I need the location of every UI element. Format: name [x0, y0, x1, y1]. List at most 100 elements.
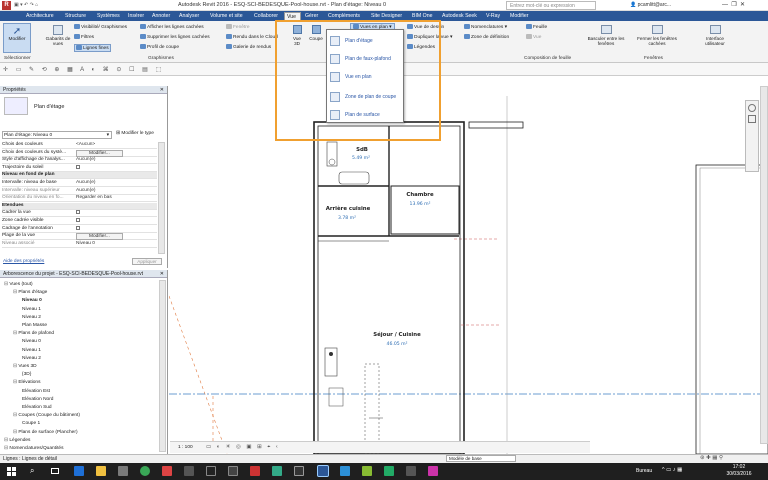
tray-icons[interactable]: ^ ▭ ♪ ▦ — [662, 467, 682, 473]
explorer-icon[interactable] — [96, 466, 106, 476]
tab-vue[interactable]: Vue — [284, 12, 301, 21]
zoom-icon[interactable] — [748, 115, 756, 123]
tree-node[interactable]: Niveau 2 — [22, 356, 41, 361]
type-selector[interactable]: Plan d'étage: Niveau 0 ▾ — [2, 131, 112, 139]
drawing-canvas[interactable]: SdB 5.49 m² Chambre 13.96 m² Arrière cui… — [169, 86, 768, 454]
tab-bim-one[interactable]: BIM One — [410, 12, 434, 21]
app-icon[interactable] — [428, 466, 438, 476]
property-row[interactable]: Cadrer la vue — [2, 210, 157, 218]
tree-node[interactable]: ⊟ Plans de surface (Plancher) — [13, 430, 78, 435]
coupe-button[interactable]: Coupe — [307, 23, 325, 41]
model-selector[interactable]: Modèle de base — [446, 455, 516, 462]
status-icons[interactable]: ⊛ ✚ ▦ ⚲ — [700, 455, 723, 461]
modify-button[interactable]: ➚ Modifier — [3, 23, 31, 53]
tree-node[interactable]: Niveau 2 — [22, 315, 41, 320]
property-row[interactable]: Plage de la vue Modifier... — [2, 233, 157, 241]
tab-autodesk-seek[interactable]: Autodesk Seek — [440, 12, 479, 21]
property-row[interactable]: Zone cadrée visible — [2, 218, 157, 225]
tree-node[interactable]: Plan Masse — [22, 323, 47, 328]
property-row[interactable]: Niveau en fond de plan — [2, 172, 157, 180]
apply-button[interactable]: Appliquer — [132, 258, 162, 265]
tree-node[interactable]: {3D} — [22, 372, 31, 377]
property-row[interactable]: Choix des couleurs du systè... Modifier..… — [2, 149, 157, 157]
tree-node[interactable]: Elévation Sud — [22, 405, 52, 410]
tab-structure[interactable]: Structure — [63, 12, 88, 21]
task-view-icon[interactable] — [51, 468, 59, 474]
close-icon[interactable]: ✕ — [160, 87, 164, 93]
tree-node[interactable]: ⊟ Vues 3D — [13, 364, 37, 369]
tab-annoter[interactable]: Annoter — [150, 12, 172, 21]
property-row[interactable]: Intervalle: niveau de base Aucun(e) — [2, 180, 157, 187]
nomenclatures-button[interactable]: Nomenclatures ▾ — [464, 24, 507, 30]
windows-start-icon[interactable] — [7, 467, 16, 476]
app-icon[interactable] — [384, 466, 394, 476]
modifier-button[interactable]: Modifier... — [76, 149, 123, 157]
menu-item-plan-faux-plafond[interactable]: Plan de faux-plafond — [329, 52, 403, 66]
edit-type-button[interactable]: ⊞ Modifier le type — [116, 131, 154, 136]
tab-site-designer[interactable]: Site Designer — [369, 12, 404, 21]
tab-complements[interactable]: Compléments — [326, 12, 362, 21]
tree-node[interactable]: ⊟ Vues (tout) — [4, 282, 33, 287]
property-row[interactable]: Cadrage de l'annotation — [2, 225, 157, 233]
tab-gerer[interactable]: Gérer — [303, 12, 320, 21]
app-icon[interactable] — [340, 466, 350, 476]
visibilite-button[interactable]: Visibilité/ Graphismes — [74, 24, 127, 30]
tree-node[interactable]: Niveau 1 — [22, 348, 41, 353]
filtres-button[interactable]: Filtres — [74, 34, 94, 40]
afficher-lignes-cachees-button[interactable]: Afficher les lignes cachées — [140, 24, 204, 30]
user-account[interactable]: 👤 pcamlitt@arc... — [630, 2, 671, 8]
menu-item-plan-etage[interactable]: Plan d'étage — [329, 34, 403, 48]
fenetre-button[interactable]: Fenêtre — [226, 24, 250, 30]
revit-taskbar-icon[interactable] — [317, 465, 329, 477]
supprimer-lignes-cachees-button[interactable]: Supprimer les lignes cachées — [140, 34, 210, 40]
scale-label[interactable]: 1 : 100 — [178, 445, 193, 450]
tree-node[interactable]: Elévation Est — [22, 389, 50, 394]
checkbox[interactable] — [76, 164, 80, 169]
property-row[interactable]: Style d'affichage de l'analys... Aucun(e) — [2, 157, 157, 165]
lignes-fines-button[interactable]: Lignes fines — [74, 44, 111, 52]
modifier-button[interactable]: Modifier... — [76, 233, 123, 241]
window-controls[interactable]: — ❐ ✕ — [722, 1, 745, 8]
canvas-vscrollbar[interactable] — [760, 86, 768, 444]
app-icon[interactable] — [206, 466, 216, 476]
app-icon[interactable] — [362, 466, 372, 476]
property-row[interactable]: Etendues — [2, 202, 157, 210]
galerie-rendus-button[interactable]: Galerie de rendus — [226, 44, 271, 50]
tree-node[interactable]: ⊟ Coupes (Coupe du bâtiment) — [13, 413, 80, 418]
tree-node[interactable]: ⊟ Plans d'étage — [13, 290, 47, 295]
checkbox[interactable] — [76, 210, 80, 215]
steering-wheel-icon[interactable] — [748, 104, 756, 112]
tab-volume-site[interactable]: Volume et site — [208, 12, 245, 21]
properties-scrollbar[interactable] — [158, 142, 165, 254]
fermer-fenetres-button[interactable]: Fermer les fenêtres cachées — [632, 23, 682, 46]
tree-node[interactable]: ⊟ Plans de plafond — [13, 331, 54, 336]
zone-definition-button[interactable]: Zone de définition — [464, 34, 509, 40]
tree-node[interactable]: Elévation Nord — [22, 397, 53, 402]
tree-node[interactable]: Coupe 1 — [22, 421, 40, 426]
property-row[interactable]: Trajectoire du soleil — [2, 164, 157, 172]
store-icon[interactable] — [118, 466, 128, 476]
navigation-bar[interactable] — [745, 100, 759, 172]
property-row[interactable]: Intervalle: niveau supérieur Aucun(e) — [2, 188, 157, 195]
tab-analyser[interactable]: Analyser — [177, 12, 201, 21]
chrome-icon[interactable] — [140, 466, 150, 476]
menu-item-plan-surface[interactable]: Plan de surface — [329, 108, 403, 122]
rendu-cloud-button[interactable]: Rendu dans le Cloud — [226, 34, 278, 40]
properties-help-link[interactable]: Aide des propriétés — [3, 259, 44, 264]
tab-inserer[interactable]: Insérer — [126, 12, 146, 21]
property-row[interactable]: Chois des couleurs <Aucun> — [2, 142, 157, 149]
tab-systemes[interactable]: Systèmes — [95, 12, 122, 21]
view-control-icons[interactable]: ▭ ◐ ☀ ◎ ▣ ⊞ ⌖ ‹ — [206, 444, 280, 451]
tree-node[interactable]: Niveau 1 — [22, 307, 41, 312]
gabarits-button[interactable]: Gabarits de vues — [44, 23, 72, 47]
checkbox[interactable] — [76, 225, 80, 230]
tab-modifier[interactable]: Modifier — [508, 12, 530, 21]
interface-button[interactable]: Interface utilisateur — [698, 23, 732, 46]
vue-dessin-button[interactable]: Vue de dessin — [407, 24, 444, 30]
app-icon[interactable] — [184, 466, 194, 476]
vue-button[interactable]: Vue — [526, 34, 541, 40]
vue-3d-button[interactable]: Vue 3D — [290, 23, 304, 46]
menu-item-vue-en-plan[interactable]: Vue en plan — [329, 70, 403, 84]
property-row[interactable]: Orientation du niveau en fo... Regarder e… — [2, 195, 157, 203]
menu-item-zone-plan-coupe[interactable]: Zone de plan de coupe — [329, 90, 403, 104]
